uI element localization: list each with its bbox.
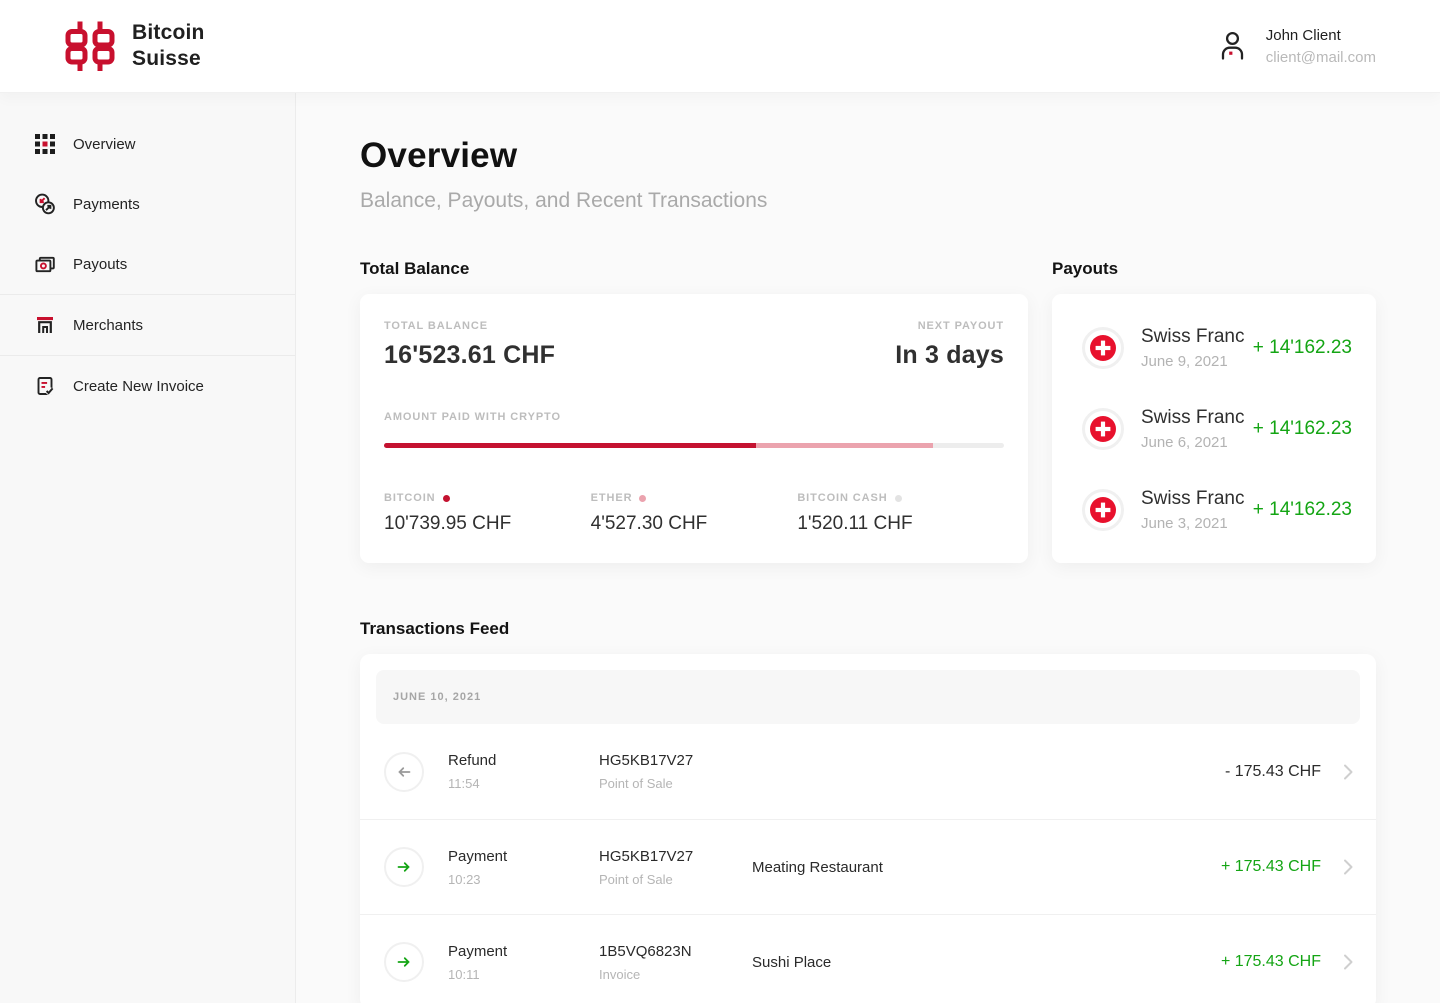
- user-menu[interactable]: John Client client@mail.com: [1214, 27, 1376, 66]
- ether-stat: ETHER 4'527.30 CHF: [591, 492, 798, 535]
- total-balance-value: 16'523.61 CHF: [384, 341, 556, 369]
- bitcoin-cash-label: BITCOIN CASH: [797, 492, 888, 504]
- amount-paid-crypto-label: AMOUNT PAID WITH CRYPTO: [384, 410, 561, 423]
- total-balance-label: TOTAL BALANCE: [384, 320, 488, 332]
- next-payout-label: NEXT PAYOUT: [917, 320, 1004, 332]
- swiss-flag-icon: [1082, 407, 1124, 450]
- transaction-time: 11:54: [448, 776, 480, 791]
- transaction-time: 10:23: [448, 871, 481, 887]
- sidebar-item-payouts[interactable]: Payouts: [0, 234, 295, 294]
- refund-arrow-left-icon: [384, 751, 424, 792]
- ether-dot-icon: [639, 494, 647, 502]
- transaction-code: HG5KB17V27: [599, 752, 694, 769]
- payout-row[interactable]: Swiss Franc June 9, 2021 + 14'162.23: [1082, 307, 1352, 388]
- page-title: Overview: [360, 136, 518, 175]
- bitcoin-suisse-logo-icon: [65, 21, 115, 71]
- sidebar-nav: Overview Payments Payouts Merchants Crea…: [0, 92, 296, 1003]
- chevron-right-icon[interactable]: [1343, 763, 1354, 781]
- transaction-merchant: Meating Restaurant: [752, 858, 883, 876]
- transactions-section-title: Transactions Feed: [360, 619, 510, 638]
- user-email: client@mail.com: [1265, 48, 1376, 66]
- transaction-code: HG5KB17V27: [599, 847, 694, 865]
- sidebar-item-overview[interactable]: Overview: [0, 114, 295, 174]
- bitcoin-cash-stat: BITCOIN CASH 1'520.11 CHF: [797, 492, 1004, 535]
- sidebar-item-label: Merchants: [73, 316, 144, 334]
- transaction-channel: Point of Sale: [599, 776, 673, 791]
- sidebar-item-merchants[interactable]: Merchants: [0, 295, 295, 355]
- user-name: John Client: [1265, 26, 1341, 44]
- top-header: Bitcoin Suisse John Client client@mail.c…: [0, 0, 1440, 92]
- user-avatar-icon: [1221, 31, 1243, 60]
- ether-label: ETHER: [590, 492, 633, 504]
- bitcoin-cash-dot-icon: [894, 494, 902, 502]
- payment-arrow-right-icon: [384, 942, 424, 982]
- payout-row[interactable]: Swiss Franc June 6, 2021 + 14'162.23: [1082, 388, 1352, 469]
- app-window: Bitcoin Suisse John Client client@mail.c…: [0, 0, 1440, 1003]
- bitcoin-dot-icon: [442, 494, 450, 502]
- payout-amount: + 14'162.23: [1252, 417, 1352, 439]
- sidebar-item-label: Payments: [73, 195, 140, 213]
- payout-date: June 6, 2021: [1141, 433, 1228, 451]
- sidebar-item-label: Create New Invoice: [73, 377, 204, 395]
- payout-currency: Swiss Franc: [1141, 325, 1245, 347]
- payments-coins-icon: [34, 193, 56, 215]
- transaction-code: 1B5VQ6823N: [599, 942, 692, 960]
- transaction-amount: + 175.43 CHF: [1220, 858, 1321, 875]
- payout-amount: + 14'162.23: [1252, 336, 1352, 358]
- brand-name: Bitcoin Suisse: [132, 20, 205, 70]
- transaction-type: Refund: [448, 752, 497, 769]
- payout-amount: + 14'162.23: [1252, 498, 1352, 520]
- transaction-channel: Invoice: [599, 966, 641, 982]
- transaction-type: Payment: [448, 847, 508, 865]
- transaction-row-refund[interactable]: Refund 11:54 HG5KB17V27 Point of Sale - …: [360, 724, 1376, 819]
- payment-arrow-right-icon: [384, 847, 424, 887]
- payouts-banknote-icon: [34, 253, 56, 275]
- total-balance-section-title: Total Balance: [360, 259, 470, 278]
- sidebar-item-label: Overview: [73, 135, 136, 153]
- progress-segment-ether: [756, 442, 933, 448]
- chevron-right-icon[interactable]: [1343, 953, 1354, 971]
- chevron-right-icon[interactable]: [1343, 858, 1354, 876]
- swiss-flag-icon: [1082, 488, 1124, 531]
- total-balance-card: TOTAL BALANCE 16'523.61 CHF NEXT PAYOUT …: [360, 294, 1028, 563]
- payout-row[interactable]: Swiss Franc June 3, 2021 + 14'162.23: [1082, 469, 1352, 550]
- transaction-row-payment[interactable]: Payment 10:23 HG5KB17V27 Point of Sale M…: [360, 819, 1376, 914]
- crypto-progress-bar: [384, 442, 1004, 448]
- transaction-amount: - 175.43 CHF: [1224, 762, 1321, 780]
- transactions-date-header: JUNE 10, 2021: [376, 670, 1360, 724]
- payout-currency: Swiss Franc: [1141, 487, 1245, 509]
- payout-currency: Swiss Franc: [1141, 406, 1245, 428]
- payout-date: June 3, 2021: [1141, 514, 1228, 532]
- payout-date: June 9, 2021: [1141, 352, 1228, 370]
- swiss-flag-icon: [1082, 326, 1124, 369]
- grid-icon: [34, 133, 56, 155]
- next-payout-value: In 3 days: [895, 341, 1004, 369]
- merchants-storefront-icon: [34, 314, 56, 336]
- payouts-section-title: Payouts: [1052, 259, 1119, 278]
- bitcoin-cash-amount: 1'520.11 CHF: [797, 513, 913, 534]
- transactions-feed-card: JUNE 10, 2021 Refund 11:54 HG5KB17V27 Po…: [360, 654, 1376, 1003]
- transaction-amount: + 175.43 CHF: [1220, 953, 1321, 970]
- payouts-card: Swiss Franc June 9, 2021 + 14'162.23 Swi…: [1052, 294, 1376, 563]
- transaction-channel: Point of Sale: [599, 871, 673, 887]
- transaction-merchant: Sushi Place: [752, 953, 832, 971]
- main-content: Overview Balance, Payouts, and Recent Tr…: [296, 92, 1440, 1003]
- sidebar-item-create-new-invoice[interactable]: Create New Invoice: [0, 356, 295, 416]
- sidebar-item-payments[interactable]: Payments: [0, 174, 295, 234]
- bitcoin-amount: 10'739.95 CHF: [384, 513, 512, 534]
- brand-logo[interactable]: Bitcoin Suisse: [64, 20, 205, 72]
- create-invoice-icon: [34, 375, 56, 397]
- progress-segment-bitcoin: [384, 442, 756, 448]
- transaction-row-payment[interactable]: Payment 10:11 1B5VQ6823N Invoice Sushi P…: [360, 914, 1376, 1003]
- bitcoin-stat: BITCOIN 10'739.95 CHF: [384, 492, 591, 535]
- bitcoin-label: BITCOIN: [384, 492, 436, 504]
- ether-amount: 4'527.30 CHF: [590, 513, 708, 534]
- transaction-time: 10:11: [448, 966, 480, 982]
- transaction-type: Payment: [448, 942, 508, 960]
- sidebar-item-label: Payouts: [73, 255, 128, 273]
- page-subtitle: Balance, Payouts, and Recent Transaction…: [360, 189, 768, 212]
